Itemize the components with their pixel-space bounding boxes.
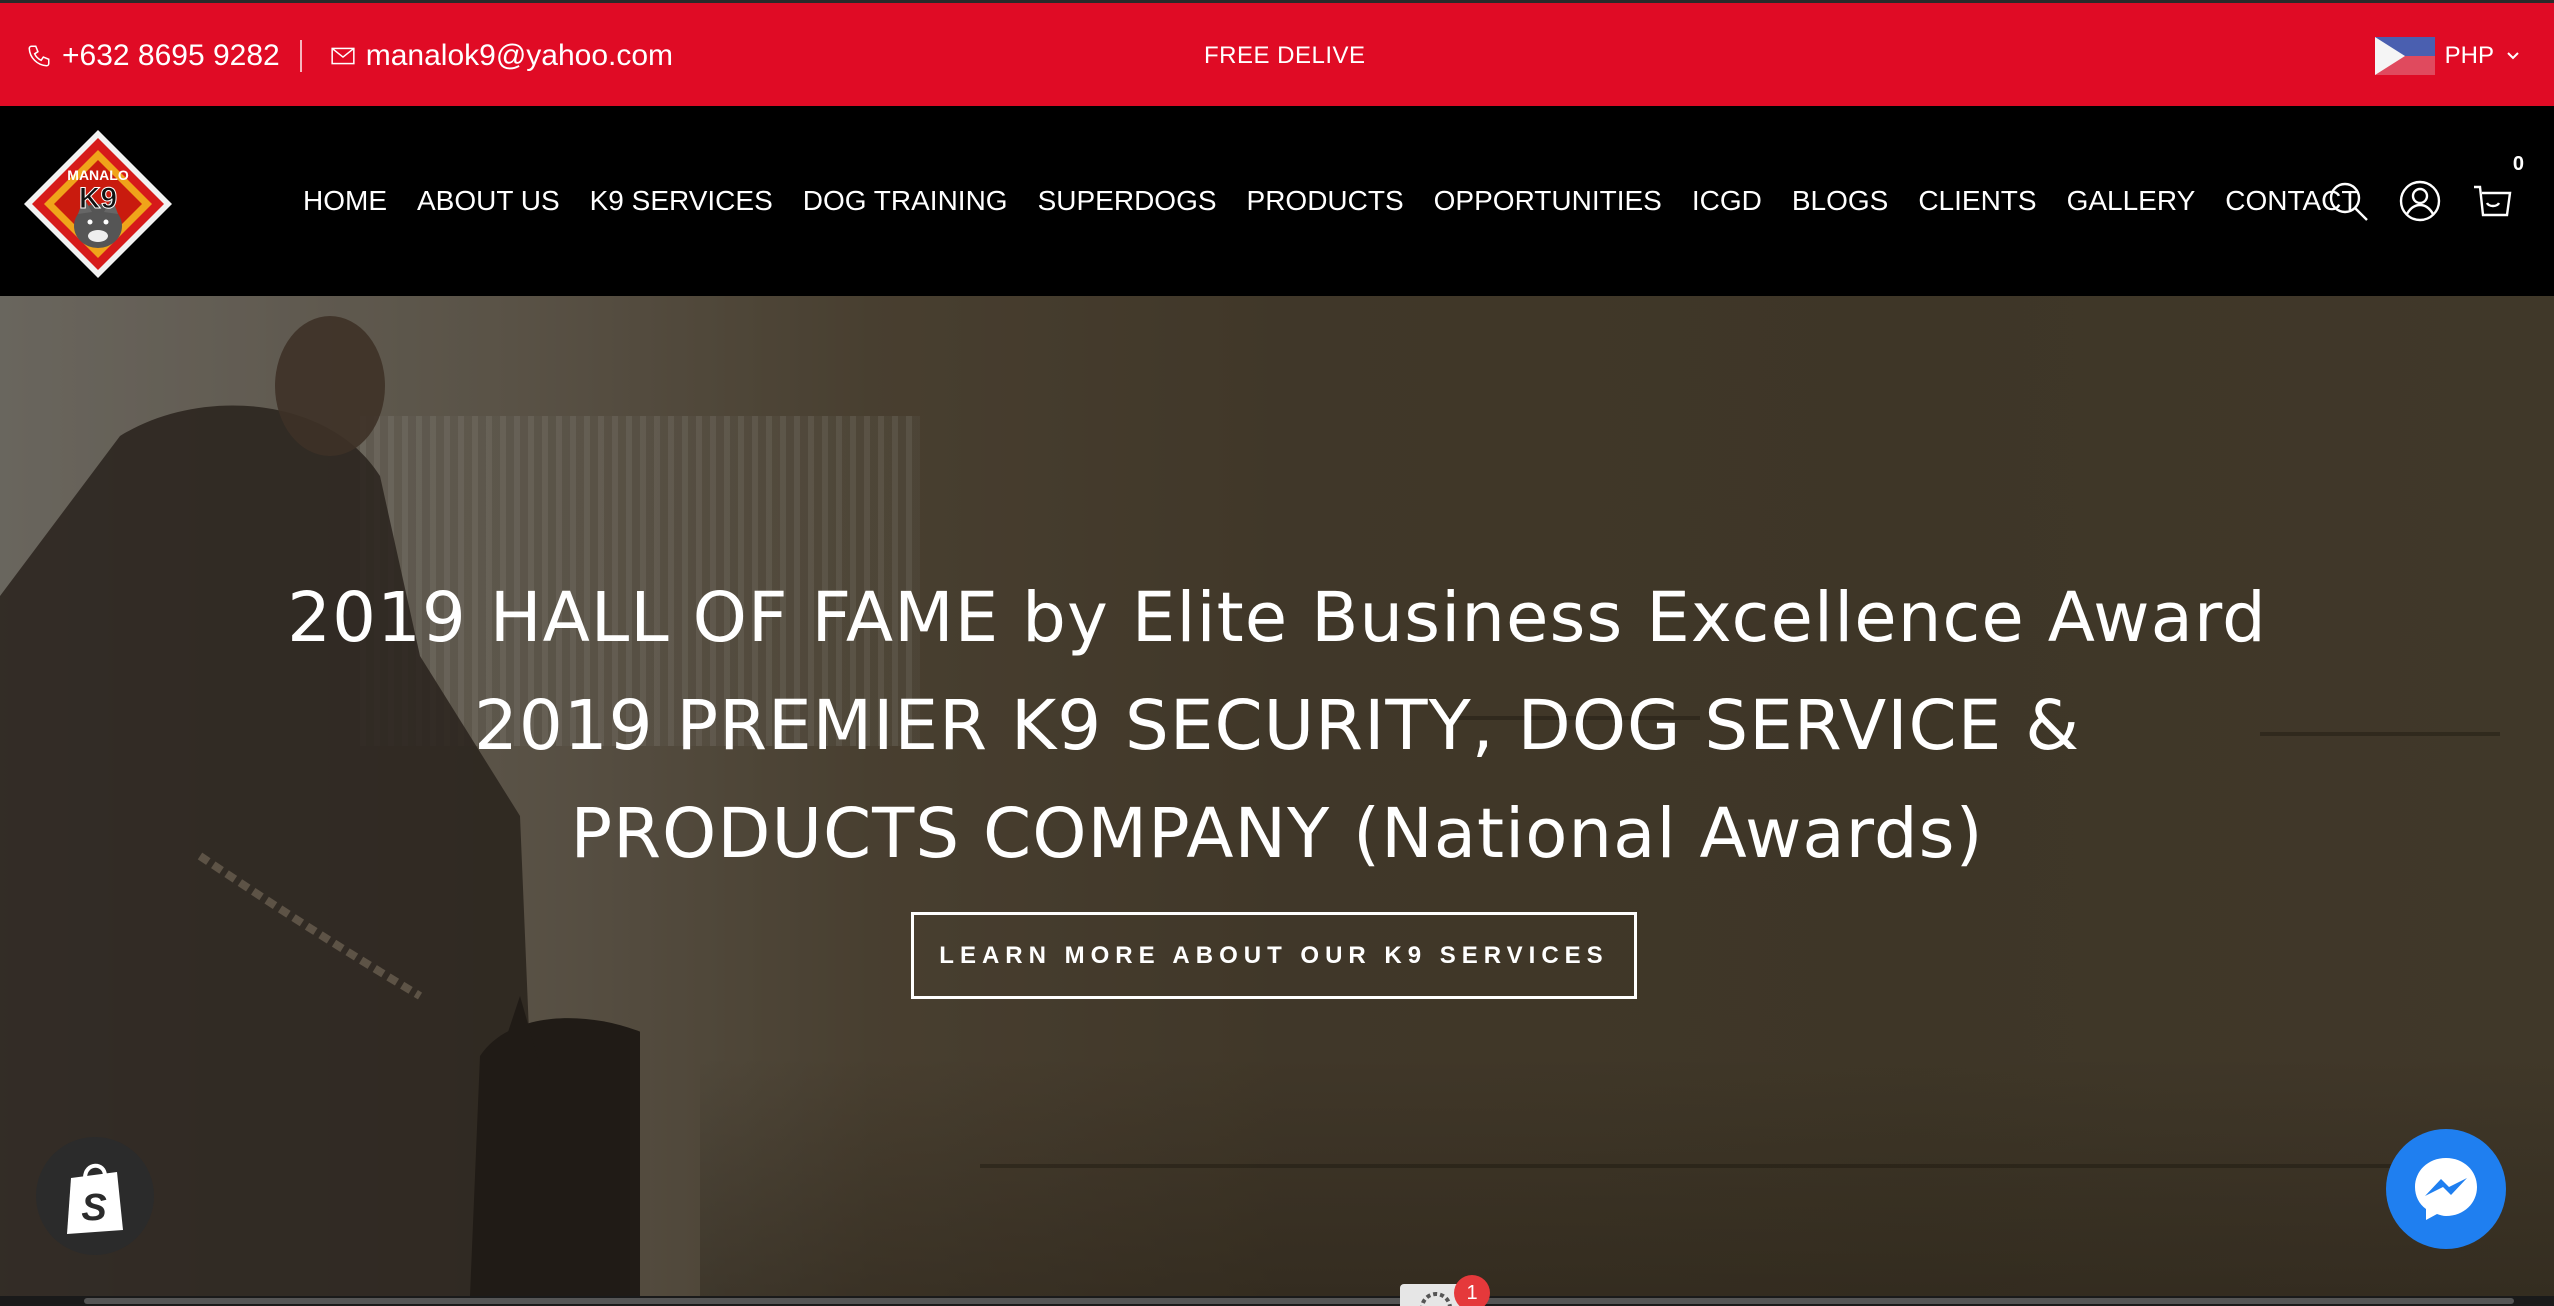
hero-headline-line-2: 2019 PREMIER K9 SECURITY, DOG SERVICE & (473, 686, 2081, 766)
mail-icon (330, 43, 356, 69)
user-icon[interactable] (2398, 179, 2442, 223)
manalo-k9-logo[interactable]: MANALO K9 (22, 128, 174, 280)
cart-count-badge: 0 (2512, 153, 2524, 175)
nav-clients[interactable]: CLIENTS (1918, 185, 2036, 217)
promo-text: FREE DELIVE (1204, 42, 1366, 69)
floor-shadow (700, 1056, 2554, 1296)
search-icon[interactable] (2326, 179, 2370, 223)
learn-more-k9-services-button[interactable]: LEARN MORE ABOUT OUR K9 SERVICES (911, 912, 1637, 999)
top-announcement-bar: +632 8695 9282 manalok9@yahoo.com FREE D… (0, 0, 2554, 106)
nav-gallery[interactable]: GALLERY (2067, 185, 2196, 217)
cart-icon[interactable]: 0 (2470, 153, 2524, 223)
main-navigation: HOME ABOUT US K9 SERVICES DOG TRAINING S… (303, 106, 2389, 296)
logo-text-manalo: MANALO (67, 167, 129, 183)
nav-icgd[interactable]: ICGD (1692, 185, 1762, 217)
logo-text-k9: K9 (79, 182, 117, 215)
shopify-icon[interactable]: S (36, 1137, 154, 1255)
floor-mark (980, 1164, 2500, 1168)
philippines-flag-icon (2374, 37, 2435, 75)
email-link[interactable]: manalok9@yahoo.com (366, 39, 673, 73)
header-actions: 0 (2298, 106, 2524, 296)
nav-superdogs[interactable]: SUPERDOGS (1038, 185, 1217, 217)
messenger-icon[interactable] (2386, 1129, 2506, 1249)
hero-headline-line-3: PRODUCTS COMPANY (National Awards) (570, 794, 1984, 874)
nav-k9-services[interactable]: K9 SERVICES (590, 185, 773, 217)
nav-products[interactable]: PRODUCTS (1247, 185, 1404, 217)
nav-blogs[interactable]: BLOGS (1792, 185, 1888, 217)
currency-selector[interactable]: PHP (2374, 3, 2520, 109)
nav-dog-training[interactable]: DOG TRAINING (803, 185, 1008, 217)
phone-icon (26, 43, 52, 69)
phone-link[interactable]: +632 8695 9282 (62, 39, 280, 73)
site-header: MANALO K9 HOME ABOUT US K9 SERVICES DOG … (0, 106, 2554, 296)
svg-text:S: S (81, 1187, 106, 1229)
nav-opportunities[interactable]: OPPORTUNITIES (1434, 185, 1662, 217)
nav-home[interactable]: HOME (303, 185, 387, 217)
notification-badge: 1 (1454, 1275, 1490, 1306)
bottom-scrollbar[interactable] (0, 1296, 2554, 1306)
hero-headline-line-1: 2019 HALL OF FAME by Elite Business Exce… (287, 578, 2267, 658)
contact-info: +632 8695 9282 manalok9@yahoo.com (26, 3, 673, 109)
chevron-down-icon (2506, 49, 2520, 63)
nav-about-us[interactable]: ABOUT US (417, 185, 560, 217)
divider (299, 40, 302, 72)
currency-label: PHP (2444, 42, 2494, 69)
